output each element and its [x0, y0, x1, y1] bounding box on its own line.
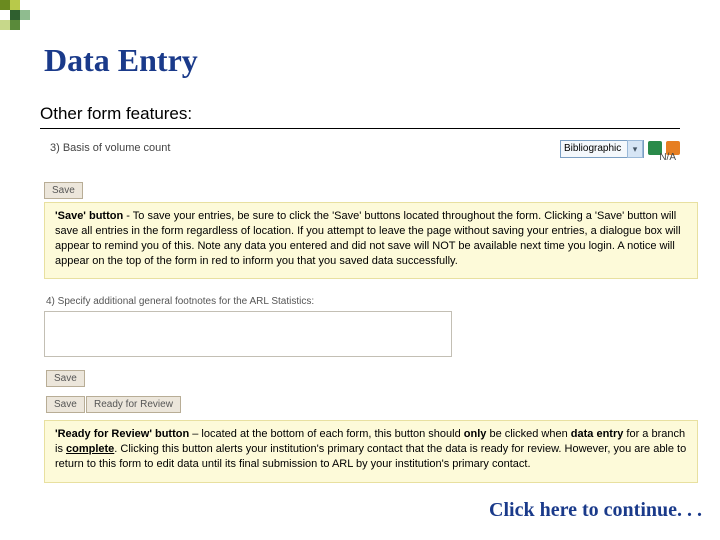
chevron-down-icon[interactable]: ▾ [627, 140, 643, 158]
continue-link[interactable]: Click here to continue. . . [489, 499, 702, 522]
logo-mark [0, 0, 34, 34]
page-title: Data Entry [44, 42, 198, 79]
question-4-label: 4) Specify additional general footnotes … [46, 296, 452, 307]
na-label: N/A [659, 152, 676, 163]
ready-note-box: 'Ready for Review' button – located at t… [44, 420, 698, 483]
footnotes-textarea[interactable] [44, 311, 452, 357]
save-button-label: Save [44, 182, 83, 199]
ready-button-label: Ready for Review [86, 396, 181, 413]
save-button-top[interactable]: Save [44, 180, 83, 199]
save-note-box: 'Save' button - To save your entries, be… [44, 202, 698, 279]
save-button-label: Save [46, 396, 85, 413]
save-note-lead: 'Save' button [55, 210, 123, 222]
question-3-row: 3) Basis of volume count Bibliographic ▾… [44, 138, 698, 164]
save-button-label: Save [46, 370, 85, 387]
ready-for-review-button[interactable]: Ready for Review [86, 394, 181, 413]
question-3-label: 3) Basis of volume count [50, 142, 170, 154]
save-button-bottom[interactable]: Save [46, 394, 85, 413]
ready-note-lead: 'Ready for Review' button [55, 428, 189, 440]
question-4-row: 4) Specify additional general footnotes … [44, 294, 452, 357]
save-note-body: - To save your entries, be sure to click… [55, 210, 681, 267]
title-divider [40, 128, 680, 129]
save-button-mid[interactable]: Save [46, 368, 85, 387]
page-subtitle: Other form features: [40, 104, 192, 124]
